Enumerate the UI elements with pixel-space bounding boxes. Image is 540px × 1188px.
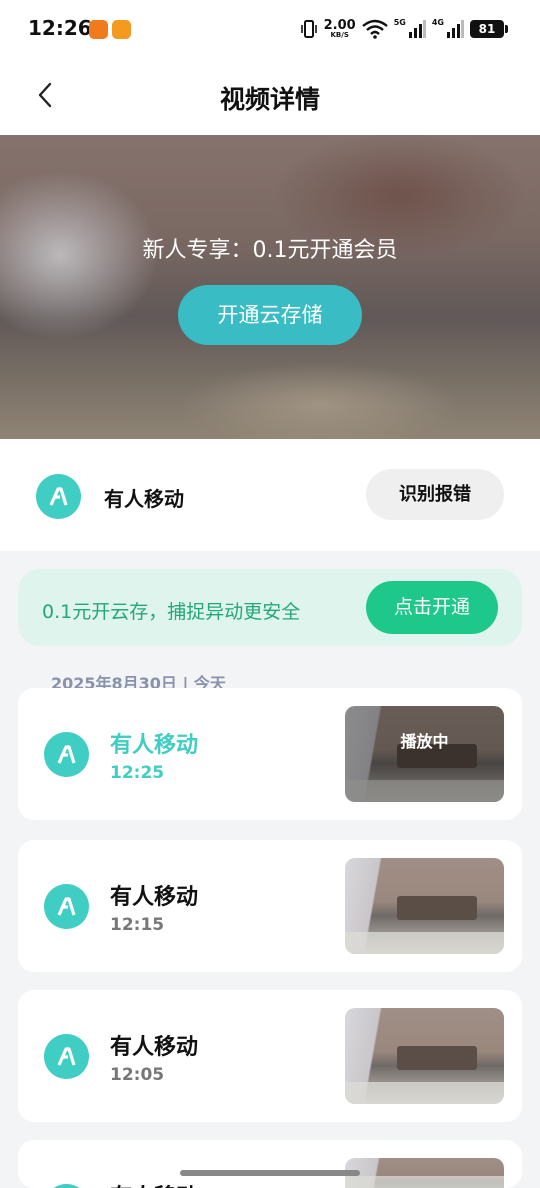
promo-text: 新人专享：0.1元开通会员 [142,238,398,263]
list-item-title: 有人移动 [110,733,199,758]
playing-label: 播放中 [345,706,504,802]
person-walking-icon [44,884,89,929]
list-item[interactable]: 有人移动 [18,1140,522,1188]
network-gen-4g: 4G [431,17,444,27]
video-thumbnail[interactable]: 播放中 [345,706,504,802]
video-player[interactable]: 新人专享：0.1元开通会员 开通云存储 [0,135,540,439]
signal-icon [447,20,464,38]
click-open-button[interactable]: 点击开通 [366,581,498,634]
video-thumbnail[interactable] [345,1008,504,1104]
person-walking-icon [44,732,89,777]
person-walking-icon [44,1034,89,1079]
net-speed: 2.00 KB/S [323,18,356,39]
list-item[interactable]: 有人移动 12:05 [18,990,522,1122]
cloud-storage-banner: 0.1元开云存，捕捉异动更安全 点击开通 [18,569,522,646]
list-item-time: 12:05 [110,1065,165,1085]
person-walking-icon [36,474,81,519]
list-item-title: 有人移动 [110,885,199,910]
notification-app-icon [89,20,108,39]
list-item-time: 12:15 [110,915,165,935]
page-title: 视频详情 [219,85,320,114]
event-title: 有人移动 [104,487,184,511]
signal-icon [408,20,426,38]
event-summary: 有人移动 识别报错 [0,439,540,551]
clock: 12:26 [28,16,92,40]
list-item-title: 有人移动 [110,1179,198,1188]
report-error-button[interactable]: 识别报错 [366,469,504,520]
status-indicators: 2.00 KB/S 5G 4G 81 [300,16,508,42]
open-cloud-storage-button[interactable]: 开通云存储 [178,285,362,345]
status-bar: 12:26 2.00 KB/S 5G 4G 81 [0,0,540,58]
list-item[interactable]: 有人移动 12:15 [18,840,522,972]
notification-app-icon [112,20,131,39]
list-item-title: 有人移动 [110,1035,199,1060]
video-thumbnail[interactable] [345,858,504,954]
wifi-icon [361,19,388,39]
vibrate-icon [300,20,317,38]
home-indicator[interactable] [180,1170,360,1176]
cloud-banner-text: 0.1元开云存，捕捉异动更安全 [42,601,301,623]
battery-icon: 81 [470,20,508,38]
list-item-time: 12:25 [110,763,165,783]
video-thumbnail[interactable] [345,1158,504,1188]
list-item[interactable]: 有人移动 12:25 播放中 [18,688,522,820]
network-gen-5g: 5G [393,17,406,27]
person-walking-icon [44,1184,89,1188]
header: 视频详情 [0,58,540,135]
